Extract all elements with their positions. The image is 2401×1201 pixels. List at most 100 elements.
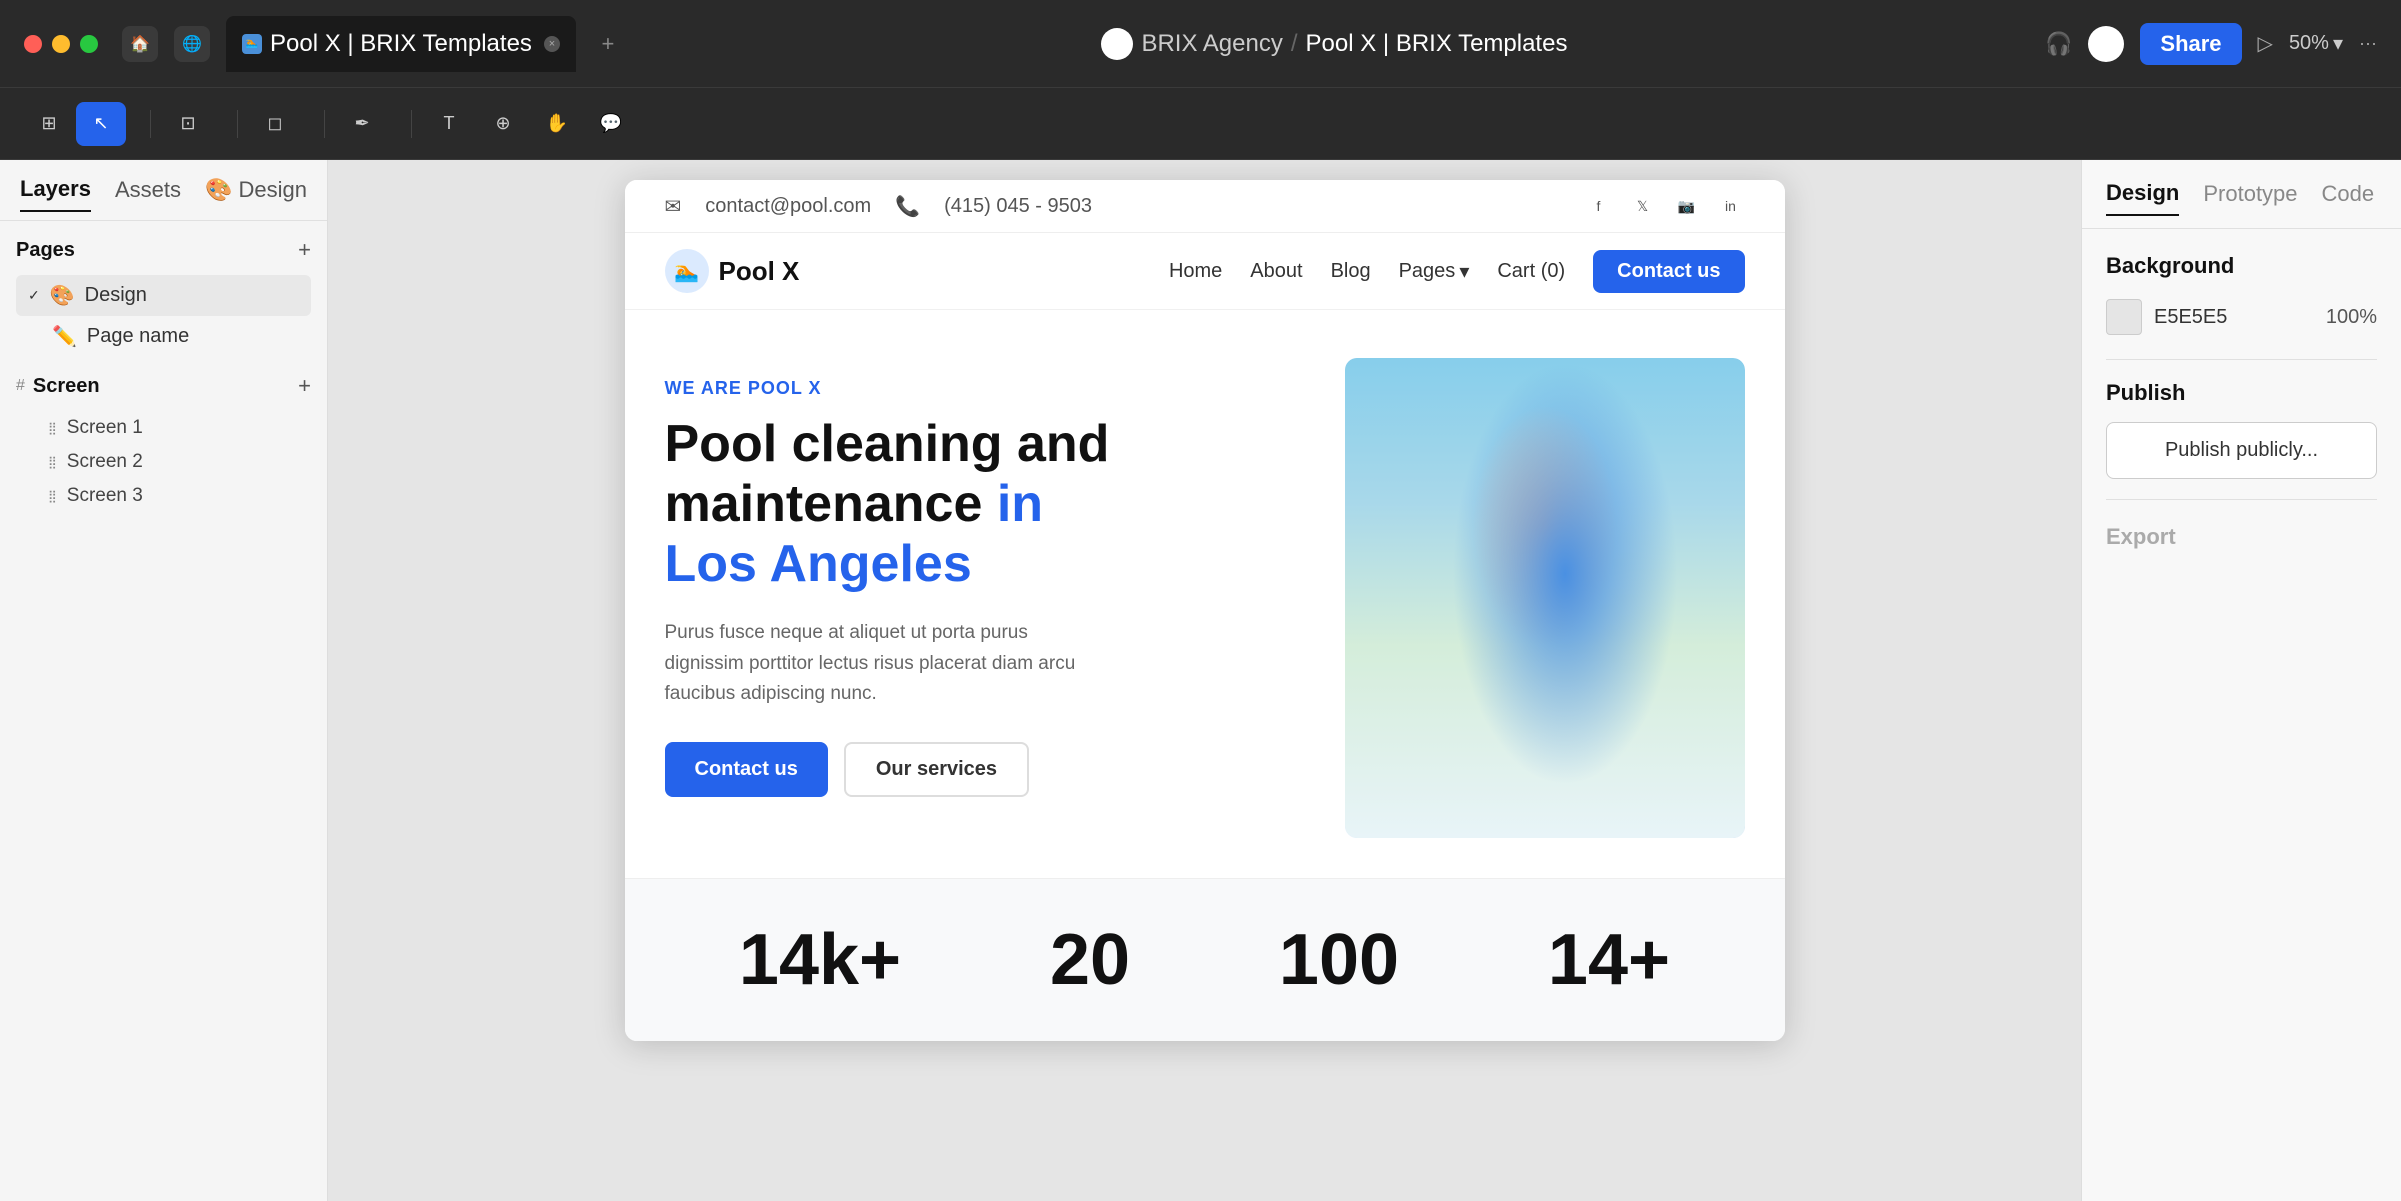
sidebar-content: Pages + ✓ 🎨 Design ✏️ Page name # Screen — [0, 221, 327, 1201]
right-sidebar: Design Prototype Code Background E5E5E5 … — [2081, 160, 2401, 1201]
bg-color-hex[interactable]: E5E5E5 — [2154, 306, 2314, 329]
components-tool[interactable]: ⊕ — [478, 102, 528, 146]
sidebar-tab-layers[interactable]: Layers — [20, 176, 91, 212]
cursor-tool[interactable]: ↖ — [76, 102, 126, 146]
pencil-icon: ✏️ — [52, 324, 77, 349]
twitter-icon[interactable]: 𝕏 — [1629, 192, 1657, 220]
nav-pages[interactable]: Pages ▾ — [1399, 259, 1470, 284]
hash-icon: # — [16, 377, 25, 395]
screen-section: # Screen + ⣿ Screen 1 ⣿ Screen 2 ⣿ Scree… — [16, 373, 311, 513]
nav-home[interactable]: Home — [1169, 260, 1222, 283]
toolbar: ⊞ ↖ ⊡ ◻ ✒ T ⊕ ✋ 💬 — [0, 88, 2401, 160]
hero-description: Purus fusce neque at aliquet ut porta pu… — [665, 618, 1085, 709]
tab-title: Pool X | BRIX Templates — [270, 30, 532, 58]
topbar-social: f 𝕏 📷 in — [1585, 192, 1745, 220]
shape-tool[interactable]: ◻ — [250, 102, 300, 146]
tool-group-shape: ◻ — [250, 102, 300, 146]
site-topbar: ✉ contact@pool.com 📞 (415) 045 - 9503 f … — [625, 180, 1785, 233]
share-button[interactable]: Share — [2140, 23, 2241, 65]
background-title: Background — [2106, 253, 2377, 279]
breadcrumb-separator: / — [1291, 30, 1298, 58]
hero-h1-line1: Pool cleaning and — [665, 415, 1110, 473]
stat-3-number: 100 — [1279, 919, 1399, 1001]
sidebar-item-screen-2[interactable]: ⣿ Screen 2 — [16, 445, 311, 479]
nav-cart[interactable]: Cart (0) — [1497, 260, 1565, 283]
play-button[interactable]: ▷ — [2258, 31, 2273, 56]
hero-buttons: Contact us Our services — [665, 742, 1305, 797]
headphone-button[interactable]: 🎧 — [2045, 31, 2072, 57]
add-screen-button[interactable]: + — [298, 373, 311, 399]
sidebar-item-page-name[interactable]: ✏️ Page name — [16, 316, 311, 357]
main-layout: Layers Assets 🎨 Design Pages + ✓ 🎨 Desig… — [0, 160, 2401, 1201]
right-tab-code[interactable]: Code — [2322, 181, 2375, 215]
stat-3: 100 — [1279, 919, 1399, 1001]
hero-contact-button[interactable]: Contact us — [665, 742, 828, 797]
bg-color-swatch[interactable] — [2106, 299, 2142, 335]
tool-separator-3 — [324, 110, 325, 138]
canvas-area[interactable]: ✉ contact@pool.com 📞 (415) 045 - 9503 f … — [328, 160, 2081, 1201]
close-traffic-light[interactable] — [24, 35, 42, 53]
titlebar-right: 🎧 Share ▷ 50% ▾ ··· — [2045, 23, 2377, 65]
more-options-button[interactable]: ··· — [2359, 33, 2377, 54]
facebook-icon[interactable]: f — [1585, 192, 1613, 220]
hero-image — [1345, 358, 1745, 838]
stat-2-number: 20 — [1050, 919, 1130, 1001]
hero-image-wrap — [1345, 358, 1745, 838]
right-tab-prototype[interactable]: Prototype — [2203, 181, 2297, 215]
hero-image-inner — [1345, 358, 1745, 838]
grid-tool[interactable]: ⊞ — [24, 102, 74, 146]
add-page-button[interactable]: + — [298, 237, 311, 263]
nav-blog[interactable]: Blog — [1331, 260, 1371, 283]
hero-services-button[interactable]: Our services — [844, 742, 1029, 797]
linkedin-icon[interactable]: in — [1717, 192, 1745, 220]
sidebar-tab-assets[interactable]: Assets — [115, 177, 181, 211]
background-row: E5E5E5 100% — [2106, 299, 2377, 335]
site-hero: WE ARE POOL X Pool cleaning and maintena… — [625, 310, 1785, 878]
topbar-left: ✉ contact@pool.com 📞 (415) 045 - 9503 — [665, 194, 1093, 219]
publish-button[interactable]: Publish publicly... — [2106, 422, 2377, 479]
left-sidebar: Layers Assets 🎨 Design Pages + ✓ 🎨 Desig… — [0, 160, 328, 1201]
comment-tool[interactable]: 💬 — [586, 102, 636, 146]
frame-tool[interactable]: ⊡ — [163, 102, 213, 146]
user-avatar[interactable] — [2088, 26, 2124, 62]
screen-section-header: # Screen + — [16, 373, 311, 399]
bg-opacity[interactable]: 100% — [2326, 306, 2377, 329]
chevron-down-icon: ▾ — [1459, 259, 1469, 284]
divider-1 — [2106, 359, 2377, 360]
topbar-email-icon: ✉ — [665, 194, 682, 219]
browser-tab[interactable]: 🏊 Pool X | BRIX Templates × — [226, 16, 576, 72]
tab-close-button[interactable]: × — [544, 36, 560, 52]
sidebar-tab-bar: Layers Assets 🎨 Design — [0, 160, 327, 221]
instagram-icon[interactable]: 📷 — [1673, 192, 1701, 220]
minimize-traffic-light[interactable] — [52, 35, 70, 53]
text-tool[interactable]: T — [424, 102, 474, 146]
sidebar-item-screen-3[interactable]: ⣿ Screen 3 — [16, 479, 311, 513]
check-icon: ✓ — [28, 287, 40, 304]
hero-heading: Pool cleaning and maintenance inLos Ange… — [665, 415, 1305, 594]
stat-4: 14+ — [1548, 919, 1670, 1001]
screen-drag-icon: ⣿ — [48, 455, 57, 469]
hand-tool[interactable]: ✋ — [532, 102, 582, 146]
topbar-phone: (415) 045 - 9503 — [944, 195, 1092, 218]
nav-contact-button[interactable]: Contact us — [1593, 250, 1744, 293]
home-button[interactable]: 🏠 — [122, 26, 158, 62]
screen-drag-icon: ⣿ — [48, 421, 57, 435]
pen-tool[interactable]: ✒ — [337, 102, 387, 146]
sidebar-item-screen-1[interactable]: ⣿ Screen 1 — [16, 411, 311, 445]
sidebar-item-design-page[interactable]: ✓ 🎨 Design — [16, 275, 311, 316]
logo-text: Pool X — [719, 256, 800, 287]
globe-button[interactable]: 🌐 — [174, 26, 210, 62]
publish-title: Publish — [2106, 380, 2377, 406]
maximize-traffic-light[interactable] — [80, 35, 98, 53]
right-tab-design[interactable]: Design — [2106, 180, 2179, 216]
nav-about[interactable]: About — [1250, 260, 1302, 283]
right-panel-content: Background E5E5E5 100% Publish Publish p… — [2082, 229, 2401, 574]
zoom-control[interactable]: 50% ▾ — [2289, 31, 2343, 56]
breadcrumb: BRIX Agency / Pool X | BRIX Templates — [1101, 28, 1567, 60]
new-tab-button[interactable]: + — [592, 28, 624, 60]
screen-label: Screen — [33, 375, 100, 398]
site-logo[interactable]: 🏊 Pool X — [665, 249, 800, 293]
topbar-email: contact@pool.com — [705, 195, 871, 218]
page-name-label: Page name — [87, 325, 189, 348]
stat-2: 20 — [1050, 919, 1130, 1001]
